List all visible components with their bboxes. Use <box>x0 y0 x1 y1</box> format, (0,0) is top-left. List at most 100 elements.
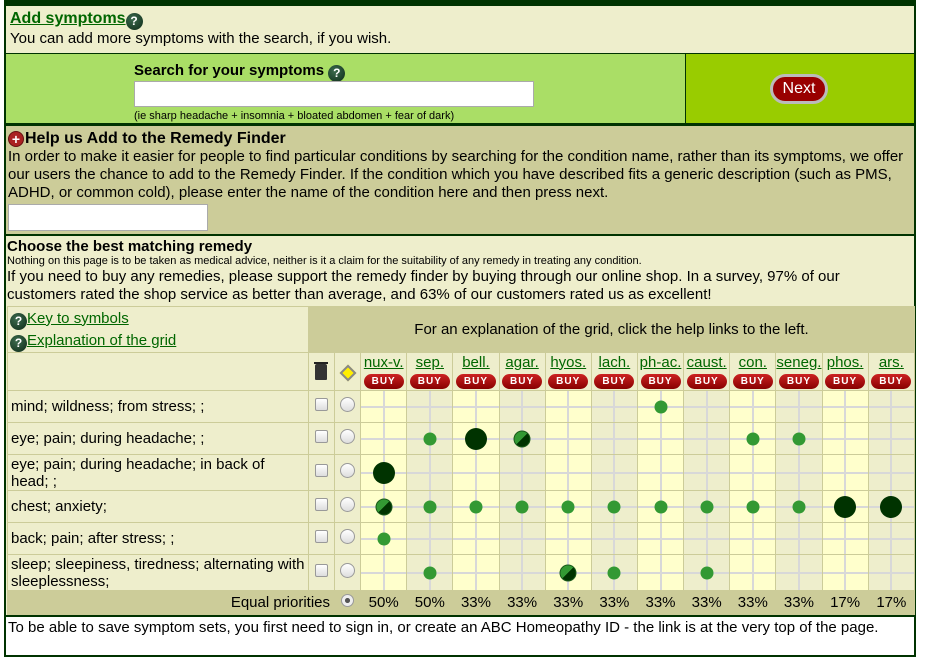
remedy-link[interactable]: hyos. <box>546 354 591 371</box>
grid-cell <box>821 554 869 591</box>
grid-cell <box>406 490 454 523</box>
remedy-link[interactable]: caust. <box>684 354 729 371</box>
delete-symptom-checkbox[interactable] <box>314 430 328 443</box>
grid-cell <box>683 454 731 491</box>
grade-1-dot[interactable] <box>746 500 760 513</box>
grade-1-dot[interactable] <box>700 566 714 579</box>
delete-symptom-checkbox[interactable] <box>314 398 328 411</box>
buy-button[interactable]: BUY <box>686 373 727 389</box>
grade-1-dot[interactable] <box>377 532 391 545</box>
grid-cell <box>821 390 869 423</box>
grade-1-dot[interactable] <box>607 500 621 513</box>
remedy-link[interactable]: sep. <box>407 354 452 371</box>
remedy-link[interactable]: seneg. <box>776 354 821 371</box>
explanation-of-grid-link[interactable]: Explanation of the grid <box>27 332 176 349</box>
buy-button[interactable]: BUY <box>594 373 635 389</box>
grade-3-dot[interactable] <box>834 495 857 518</box>
grade-1-dot[interactable] <box>423 500 437 513</box>
grid-line <box>868 537 914 540</box>
grid-cell <box>636 554 685 591</box>
symptom-label: eye; pain; during headache; ; <box>7 422 309 455</box>
add-symptoms-link[interactable]: Add symptoms <box>10 10 126 27</box>
grade-2-dot[interactable] <box>375 498 393 515</box>
grade-3-dot[interactable] <box>464 427 487 450</box>
buy-button[interactable]: BUY <box>409 373 450 389</box>
buy-button[interactable]: BUY <box>778 373 819 389</box>
grade-3-dot[interactable] <box>880 495 903 518</box>
key-to-symbols-link[interactable]: Key to symbols <box>27 310 129 327</box>
grid-line <box>407 405 453 408</box>
remedy-link[interactable]: con. <box>730 354 775 371</box>
grade-1-dot[interactable] <box>423 566 437 579</box>
grid-line <box>730 405 776 408</box>
grade-1-dot[interactable] <box>423 432 437 445</box>
help-icon[interactable]: ? <box>328 65 346 82</box>
grade-1-dot[interactable] <box>654 500 668 513</box>
grade-1-dot[interactable] <box>792 500 806 513</box>
priority-radio[interactable] <box>340 463 356 478</box>
grid-cell <box>683 522 731 555</box>
grade-1-dot[interactable] <box>654 400 668 413</box>
grid-cell <box>729 390 777 423</box>
grid-cell <box>498 490 546 523</box>
add-symptoms-description: You can add more symptoms with the searc… <box>10 30 392 47</box>
buy-button[interactable]: BUY <box>363 373 404 389</box>
help-add-title-text: Help us Add to the Remedy Finder <box>25 130 286 147</box>
buy-button[interactable]: BUY <box>825 373 866 389</box>
delete-symptom-checkbox[interactable] <box>314 464 328 477</box>
buy-button[interactable]: BUY <box>502 373 543 389</box>
grid-line <box>637 571 684 574</box>
remedy-link[interactable]: nux-v. <box>361 354 406 371</box>
remedy-link[interactable]: lach. <box>592 354 637 371</box>
remedy-link[interactable]: ph-ac. <box>638 354 683 371</box>
grade-1-dot[interactable] <box>515 500 529 513</box>
grid-cell <box>590 522 638 555</box>
condition-name-input[interactable] <box>8 204 208 231</box>
delete-symptom-checkbox[interactable] <box>314 564 328 577</box>
grid-line <box>453 537 499 540</box>
priority-radio[interactable] <box>340 563 356 578</box>
remedy-link[interactable]: bell. <box>453 354 498 371</box>
next-button[interactable]: Next <box>770 74 828 104</box>
trash-icon[interactable] <box>314 362 329 381</box>
buy-button[interactable]: BUY <box>455 373 496 389</box>
grade-1-dot[interactable] <box>746 432 760 445</box>
help-icon[interactable]: ? <box>10 334 27 352</box>
priority-radio[interactable] <box>340 429 356 444</box>
grade-2-dot[interactable] <box>559 564 577 581</box>
grid-cell <box>544 390 592 423</box>
match-percentage: 50% <box>360 590 408 615</box>
priority-diamond-icon[interactable] <box>339 364 357 382</box>
grade-1-dot[interactable] <box>700 500 714 513</box>
equal-priorities-radio[interactable] <box>341 594 355 607</box>
buy-button[interactable]: BUY <box>548 373 589 389</box>
grid-cell <box>360 390 408 423</box>
priority-radio[interactable] <box>340 497 356 512</box>
grid-cell <box>498 522 546 555</box>
remedy-header: sep. BUY <box>406 352 454 391</box>
grid-cell <box>590 554 638 591</box>
priority-radio[interactable] <box>340 397 356 412</box>
match-percentage: 33% <box>590 590 638 615</box>
help-icon[interactable]: ? <box>10 312 27 330</box>
grade-1-dot[interactable] <box>792 432 806 445</box>
grid-line <box>868 571 914 574</box>
priority-radio[interactable] <box>340 529 356 544</box>
help-icon[interactable]: ? <box>125 13 143 30</box>
remedy-link[interactable]: agar. <box>500 354 545 371</box>
grid-cell <box>360 490 408 523</box>
delete-symptom-checkbox[interactable] <box>314 530 328 543</box>
grade-2-dot[interactable] <box>513 430 531 447</box>
remedy-link[interactable]: phos. <box>823 354 868 371</box>
symptom-search-input[interactable] <box>134 81 534 107</box>
buy-button[interactable]: BUY <box>732 373 773 389</box>
delete-symptom-checkbox[interactable] <box>314 498 328 511</box>
grade-1-dot[interactable] <box>607 566 621 579</box>
grade-1-dot[interactable] <box>469 500 483 513</box>
buy-button[interactable]: BUY <box>871 373 912 389</box>
grade-3-dot[interactable] <box>372 461 395 484</box>
grade-1-dot[interactable] <box>561 500 575 513</box>
buy-button[interactable]: BUY <box>640 373 681 389</box>
help-add-title: + Help us Add to the Remedy Finder <box>8 130 912 148</box>
remedy-link[interactable]: ars. <box>869 354 914 371</box>
